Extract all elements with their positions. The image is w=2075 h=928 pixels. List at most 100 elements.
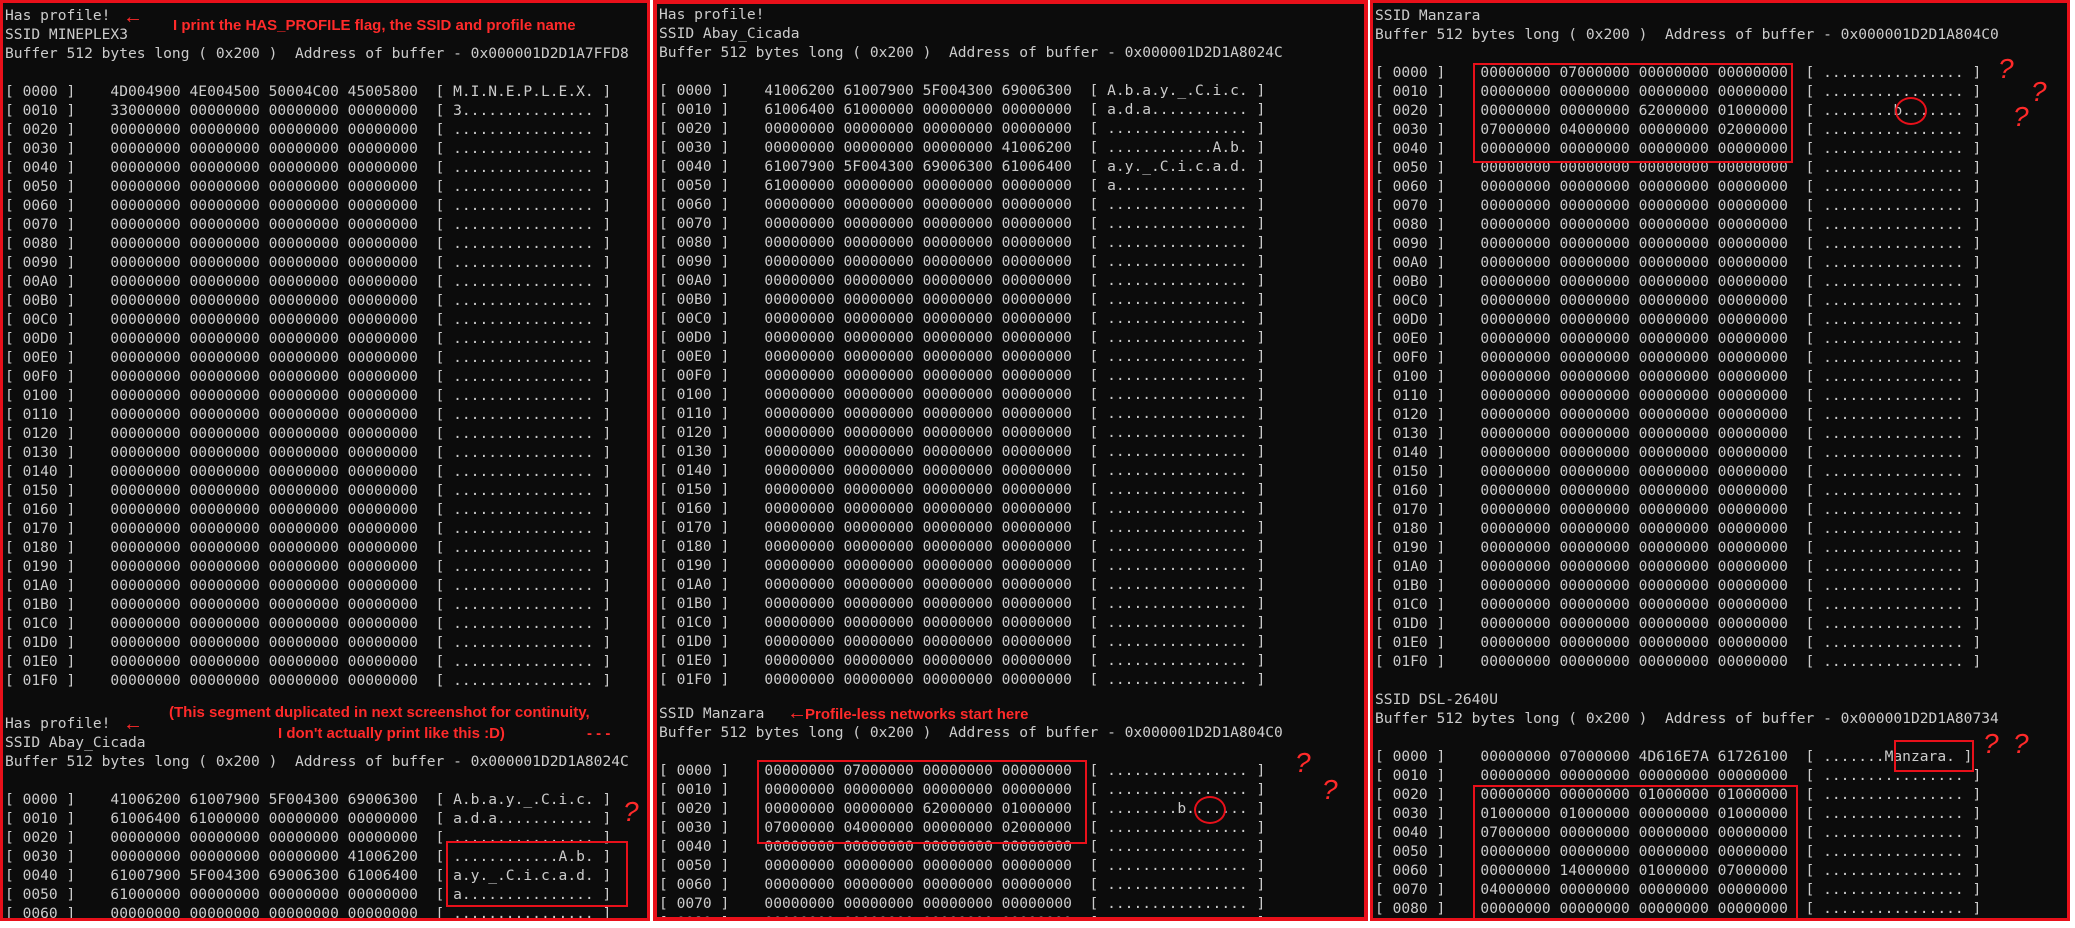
terminal-line: [ 01D0 ] 00000000 00000000 00000000 0000… <box>1375 615 1982 632</box>
terminal-line: [ 0190 ] 00000000 00000000 00000000 0000… <box>1375 539 1982 556</box>
terminal-line: [ 00F0 ] 00000000 00000000 00000000 0000… <box>5 368 612 385</box>
terminal-line: [ 0190 ] 00000000 00000000 00000000 0000… <box>659 557 1266 574</box>
terminal-line: Has profile! <box>659 6 765 23</box>
terminal-line: [ 0150 ] 00000000 00000000 00000000 0000… <box>5 482 612 499</box>
terminal-line: [ 0140 ] 00000000 00000000 00000000 0000… <box>5 463 612 480</box>
terminal-line: [ 0030 ] 00000000 00000000 00000000 4100… <box>659 139 1266 156</box>
terminal-line: [ 0040 ] 61007900 5F004300 69006300 6100… <box>659 158 1266 175</box>
terminal-line: [ 0010 ] 61006400 61000000 00000000 0000… <box>5 810 612 827</box>
terminal-line: [ 0110 ] 00000000 00000000 00000000 0000… <box>1375 387 1982 404</box>
terminal-line: [ 01E0 ] 00000000 00000000 00000000 0000… <box>5 653 612 670</box>
terminal-line: [ 0070 ] 00000000 00000000 00000000 0000… <box>659 215 1266 232</box>
terminal-line: [ 0180 ] 00000000 00000000 00000000 0000… <box>1375 520 1982 537</box>
terminal-line: Buffer 512 bytes long ( 0x200 ) Address … <box>1375 26 1999 43</box>
terminal-line: [ 0080 ] 00000000 00000000 00000000 0000… <box>5 235 612 252</box>
highlight-box-hex <box>1473 63 1793 163</box>
terminal-line: [ 0030 ] 00000000 00000000 00000000 0000… <box>5 140 612 157</box>
terminal-line: [ 01E0 ] 00000000 00000000 00000000 0000… <box>659 652 1266 669</box>
terminal-line: [ 0060 ] 00000000 00000000 00000000 0000… <box>5 197 612 214</box>
question-mark: ? <box>2031 76 2047 107</box>
terminal-line: [ 00A0 ] 00000000 00000000 00000000 0000… <box>1375 254 1982 271</box>
terminal-line: [ 0160 ] 00000000 00000000 00000000 0000… <box>1375 482 1982 499</box>
terminal-line: Buffer 512 bytes long ( 0x200 ) Address … <box>1375 710 1999 727</box>
terminal-line: [ 0160 ] 00000000 00000000 00000000 0000… <box>659 500 1266 517</box>
terminal-line: [ 01B0 ] 00000000 00000000 00000000 0000… <box>1375 577 1982 594</box>
terminal-line: [ 01B0 ] 00000000 00000000 00000000 0000… <box>659 595 1266 612</box>
terminal-line: [ 0170 ] 00000000 00000000 00000000 0000… <box>5 520 612 537</box>
terminal-line: [ 0090 ] 00000000 00000000 00000000 0000… <box>5 254 612 271</box>
terminal-line: [ 0170 ] 00000000 00000000 00000000 0000… <box>1375 501 1982 518</box>
terminal-line: [ 0100 ] 00000000 00000000 00000000 0000… <box>659 386 1266 403</box>
terminal-line: [ 00C0 ] 00000000 00000000 00000000 0000… <box>5 311 612 328</box>
terminal-line: [ 0120 ] 00000000 00000000 00000000 0000… <box>5 425 612 442</box>
terminal-line: [ 0190 ] 00000000 00000000 00000000 0000… <box>5 558 612 575</box>
terminal-line: [ 0080 ] 00000000 00000000 00000000 0000… <box>657 913 1364 917</box>
terminal-line: [ 00B0 ] 00000000 00000000 00000000 0000… <box>1375 273 1982 290</box>
question-mark: ? <box>623 796 639 827</box>
question-mark: ? <box>2013 728 2029 759</box>
terminal-line: [ 0060 ] 00000000 00000000 00000000 0000… <box>1375 178 1982 195</box>
terminal-line: [ 00A0 ] 00000000 00000000 00000000 0000… <box>659 272 1266 289</box>
terminal-line: [ 01E0 ] 00000000 00000000 00000000 0000… <box>1375 634 1982 651</box>
annotation-duplicate-line1: (This segment duplicated in next screens… <box>169 704 590 721</box>
terminal-line: [ 0180 ] 00000000 00000000 00000000 0000… <box>5 539 612 556</box>
terminal-line: [ 0100 ] 00000000 00000000 00000000 0000… <box>1375 368 1982 385</box>
highlight-box-hex <box>757 760 1087 844</box>
terminal-line: [ 00D0 ] 00000000 00000000 00000000 0000… <box>5 330 612 347</box>
terminal-line: [ 00C0 ] 00000000 00000000 00000000 0000… <box>1375 292 1982 309</box>
terminal-line: [ 0110 ] 00000000 00000000 00000000 0000… <box>659 405 1266 422</box>
terminal-line: [ 0130 ] 00000000 00000000 00000000 0000… <box>659 443 1266 460</box>
terminal-line: [ 01B0 ] 00000000 00000000 00000000 0000… <box>5 596 612 613</box>
terminal-line: SSID Abay_Cicada <box>659 25 800 42</box>
arrow-icon: ← <box>123 6 143 28</box>
dashed-arrow-line: - - - <box>587 725 611 742</box>
terminal-line: [ 00F0 ] 00000000 00000000 00000000 0000… <box>1375 349 1982 366</box>
highlight-circle-b <box>1895 97 1927 125</box>
question-mark: ? <box>1998 53 2014 84</box>
terminal-line: [ 0000 ] 41006200 61007900 5F004300 6900… <box>659 82 1266 99</box>
terminal-line: [ 0060 ] 00000000 00000000 00000000 0000… <box>659 196 1266 213</box>
terminal-line: [ 01A0 ] 00000000 00000000 00000000 0000… <box>1375 558 1982 575</box>
terminal-line: [ 0020 ] 00000000 00000000 00000000 0000… <box>5 121 612 138</box>
terminal-line: [ 0050 ] 00000000 00000000 00000000 0000… <box>5 178 612 195</box>
arrow-icon: ← <box>123 713 143 735</box>
question-mark: ? <box>1983 728 1999 759</box>
terminal-line: [ 0130 ] 00000000 00000000 00000000 0000… <box>5 444 612 461</box>
terminal-line: [ 01A0 ] 00000000 00000000 00000000 0000… <box>659 576 1266 593</box>
terminal-line: [ 0130 ] 00000000 00000000 00000000 0000… <box>1375 425 1982 442</box>
terminal-line: [ 0070 ] 00000000 00000000 00000000 0000… <box>1375 197 1982 214</box>
terminal-line: [ 00E0 ] 00000000 00000000 00000000 0000… <box>5 349 612 366</box>
terminal-line: [ 0100 ] 00000000 00000000 00000000 0000… <box>5 387 612 404</box>
terminal-line: [ 0080 ] 00000000 00000000 00000000 0000… <box>659 234 1266 251</box>
terminal-line: [ 00E0 ] 00000000 00000000 00000000 0000… <box>659 348 1266 365</box>
terminal-panel-right: SSID Manzara Buffer 512 bytes long ( 0x20… <box>1370 0 2070 921</box>
terminal-line: [ 0060 ] 00000000 00000000 00000000 0000… <box>659 876 1266 893</box>
terminal-panel-left: Has profile! SSID MINEPLEX3 Buffer 512 byt… <box>0 0 650 921</box>
terminal-line: [ 0150 ] 00000000 00000000 00000000 0000… <box>1375 463 1982 480</box>
terminal-line: [ 0020 ] 00000000 00000000 00000000 0000… <box>659 120 1266 137</box>
terminal-line: [ 0180 ] 00000000 00000000 00000000 0000… <box>659 538 1266 555</box>
highlight-box-hex <box>1473 785 1798 918</box>
annotation-profileless: Profile-less networks start here <box>805 706 1029 723</box>
terminal-line: Buffer 512 bytes long ( 0x200 ) Address … <box>659 724 1283 741</box>
terminal-line: [ 0040 ] 00000000 00000000 00000000 0000… <box>5 159 612 176</box>
terminal-line: SSID DSL-2640U <box>1375 691 1499 708</box>
terminal-line: [ 0050 ] 00000000 00000000 00000000 0000… <box>659 857 1266 874</box>
terminal-line: [ 0170 ] 00000000 00000000 00000000 0000… <box>659 519 1266 536</box>
terminal-line: [ 00D0 ] 00000000 00000000 00000000 0000… <box>1375 311 1982 328</box>
dump-segment-abay-cicada: Has profile! SSID Abay_Cicada Buffer 512 b… <box>657 5 1364 689</box>
question-mark: ? <box>2013 101 2029 132</box>
terminal-line: SSID Manzara <box>1375 7 1481 24</box>
terminal-line: [ 00F0 ] 00000000 00000000 00000000 0000… <box>659 367 1266 384</box>
terminal-line: [ 01D0 ] 00000000 00000000 00000000 0000… <box>659 633 1266 650</box>
terminal-line: [ 01F0 ] 00000000 00000000 00000000 0000… <box>659 671 1266 688</box>
terminal-line: [ 01F0 ] 00000000 00000000 00000000 0000… <box>1375 653 1982 670</box>
terminal-line: [ 01F0 ] 00000000 00000000 00000000 0000… <box>5 672 612 689</box>
terminal-line: [ 01C0 ] 00000000 00000000 00000000 0000… <box>1375 596 1982 613</box>
terminal-line: [ 0010 ] 61006400 61000000 00000000 0000… <box>659 101 1266 118</box>
annotation-print-flag: I print the HAS_PROFILE flag, the SSID a… <box>173 17 576 34</box>
terminal-line: [ 00E0 ] 00000000 00000000 00000000 0000… <box>1375 330 1982 347</box>
